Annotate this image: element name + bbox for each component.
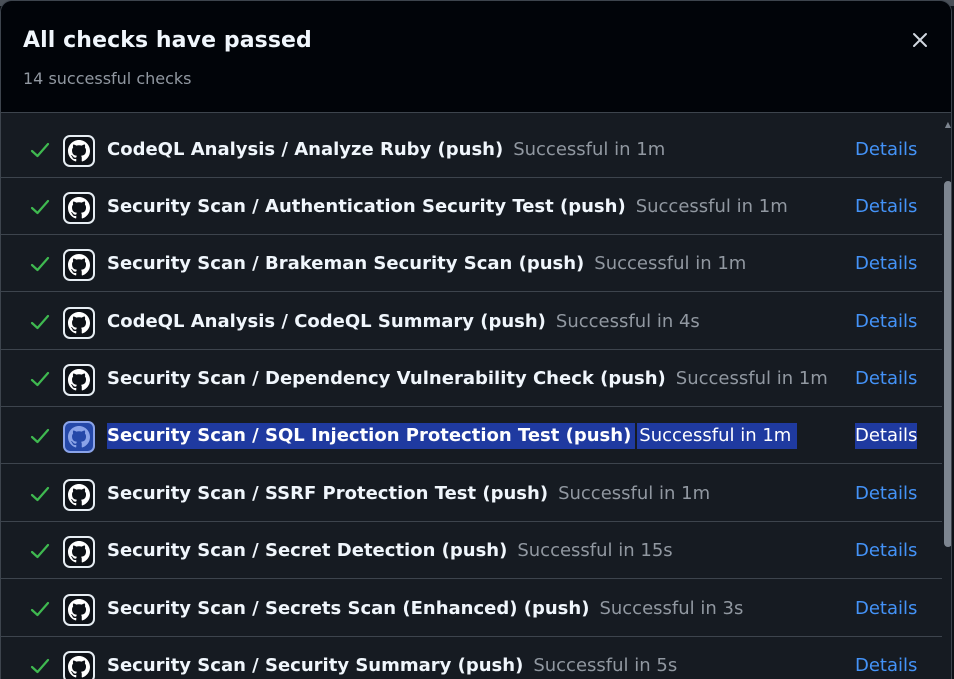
github-icon xyxy=(63,594,95,626)
check-name: CodeQL Analysis / Analyze Ruby (push) xyxy=(107,139,504,160)
check-row: Security Scan / Authentication Security … xyxy=(1,178,942,235)
check-icon xyxy=(30,314,50,330)
details-link[interactable]: Details xyxy=(855,366,917,392)
check-row: CodeQL Analysis / Analyze Ruby (push) Suc… xyxy=(1,121,942,178)
details-link[interactable]: Details xyxy=(855,423,918,449)
check-icon xyxy=(30,371,50,387)
check-icon xyxy=(30,199,50,215)
github-icon xyxy=(63,364,95,396)
check-name: Security Scan / Dependency Vulnerability… xyxy=(107,368,666,389)
check-row: Security Scan / Brakeman Security Scan (… xyxy=(1,235,942,292)
check-name: Security Scan / SSRF Protection Test (pu… xyxy=(107,483,549,504)
check-name: Security Scan / Authentication Security … xyxy=(107,196,626,217)
check-row: Security Scan / SSRF Protection Test (pu… xyxy=(1,465,942,522)
check-row: Security Scan / Secrets Scan (Enhanced) … xyxy=(1,580,942,637)
github-icon xyxy=(63,536,95,568)
scroll-up-arrow[interactable]: ▲ xyxy=(943,121,951,129)
check-status: Successful in 1m xyxy=(513,139,666,160)
check-name: Security Scan / Security Summary (push) xyxy=(107,655,524,676)
check-row: Security Scan / SQL Injection Protection… xyxy=(1,407,942,464)
check-icon xyxy=(30,486,50,502)
github-icon xyxy=(63,421,95,453)
check-status: Successful in 1m xyxy=(675,368,828,389)
check-row: Security Scan / Secret Detection (push) S… xyxy=(1,522,942,579)
close-button[interactable] xyxy=(905,25,935,55)
details-link[interactable]: Details xyxy=(855,596,917,622)
github-icon xyxy=(63,249,95,281)
check-status: Successful in 1m xyxy=(635,196,788,217)
github-icon xyxy=(63,192,95,224)
checks-list: CodeQL Analysis / Analyze Ruby (push) Suc… xyxy=(1,119,942,679)
check-status: Successful in 4s xyxy=(555,311,700,332)
check-icon xyxy=(30,428,50,444)
check-name: Security Scan / SQL Injection Protection… xyxy=(107,423,636,449)
check-status: Successful in 1m xyxy=(594,253,747,274)
check-name: Security Scan / Secret Detection (push) xyxy=(107,540,508,561)
dialog-title: All checks have passed xyxy=(23,28,312,53)
check-icon xyxy=(30,658,50,674)
check-icon xyxy=(30,256,50,272)
dialog-subtitle: 14 successful checks xyxy=(23,69,192,88)
check-row: CodeQL Analysis / CodeQL Summary (push) S… xyxy=(1,293,942,350)
check-status: Successful in 15s xyxy=(517,540,673,561)
dialog-header: All checks have passed 14 successful che… xyxy=(1,1,951,113)
check-row: Security Scan / Dependency Vulnerability… xyxy=(1,350,942,407)
check-status: Successful in 1m xyxy=(558,483,711,504)
details-link[interactable]: Details xyxy=(855,538,917,564)
check-name: Security Scan / Brakeman Security Scan (… xyxy=(107,253,585,274)
details-link[interactable]: Details xyxy=(855,481,917,507)
github-icon xyxy=(63,135,95,167)
check-icon xyxy=(30,142,50,158)
details-link[interactable]: Details xyxy=(855,653,917,679)
check-icon xyxy=(30,543,50,559)
close-icon xyxy=(913,33,927,47)
github-icon xyxy=(63,307,95,339)
details-link[interactable]: Details xyxy=(855,137,917,163)
github-icon xyxy=(63,479,95,511)
scrollbar-thumb[interactable] xyxy=(944,181,951,547)
check-name: Security Scan / Secrets Scan (Enhanced) … xyxy=(107,598,590,619)
check-status: Successful in 5s xyxy=(533,655,678,676)
github-icon xyxy=(63,651,95,679)
checks-dialog: All checks have passed 14 successful che… xyxy=(0,0,952,679)
check-status: Successful in 3s xyxy=(599,598,744,619)
details-link[interactable]: Details xyxy=(855,251,917,277)
check-name: CodeQL Analysis / CodeQL Summary (push) xyxy=(107,311,546,332)
details-link[interactable]: Details xyxy=(855,309,917,335)
details-link[interactable]: Details xyxy=(855,194,917,220)
check-icon xyxy=(30,601,50,617)
check-status: Successful in 1m xyxy=(637,423,798,449)
check-row: Security Scan / Security Summary (push) S… xyxy=(1,637,942,679)
